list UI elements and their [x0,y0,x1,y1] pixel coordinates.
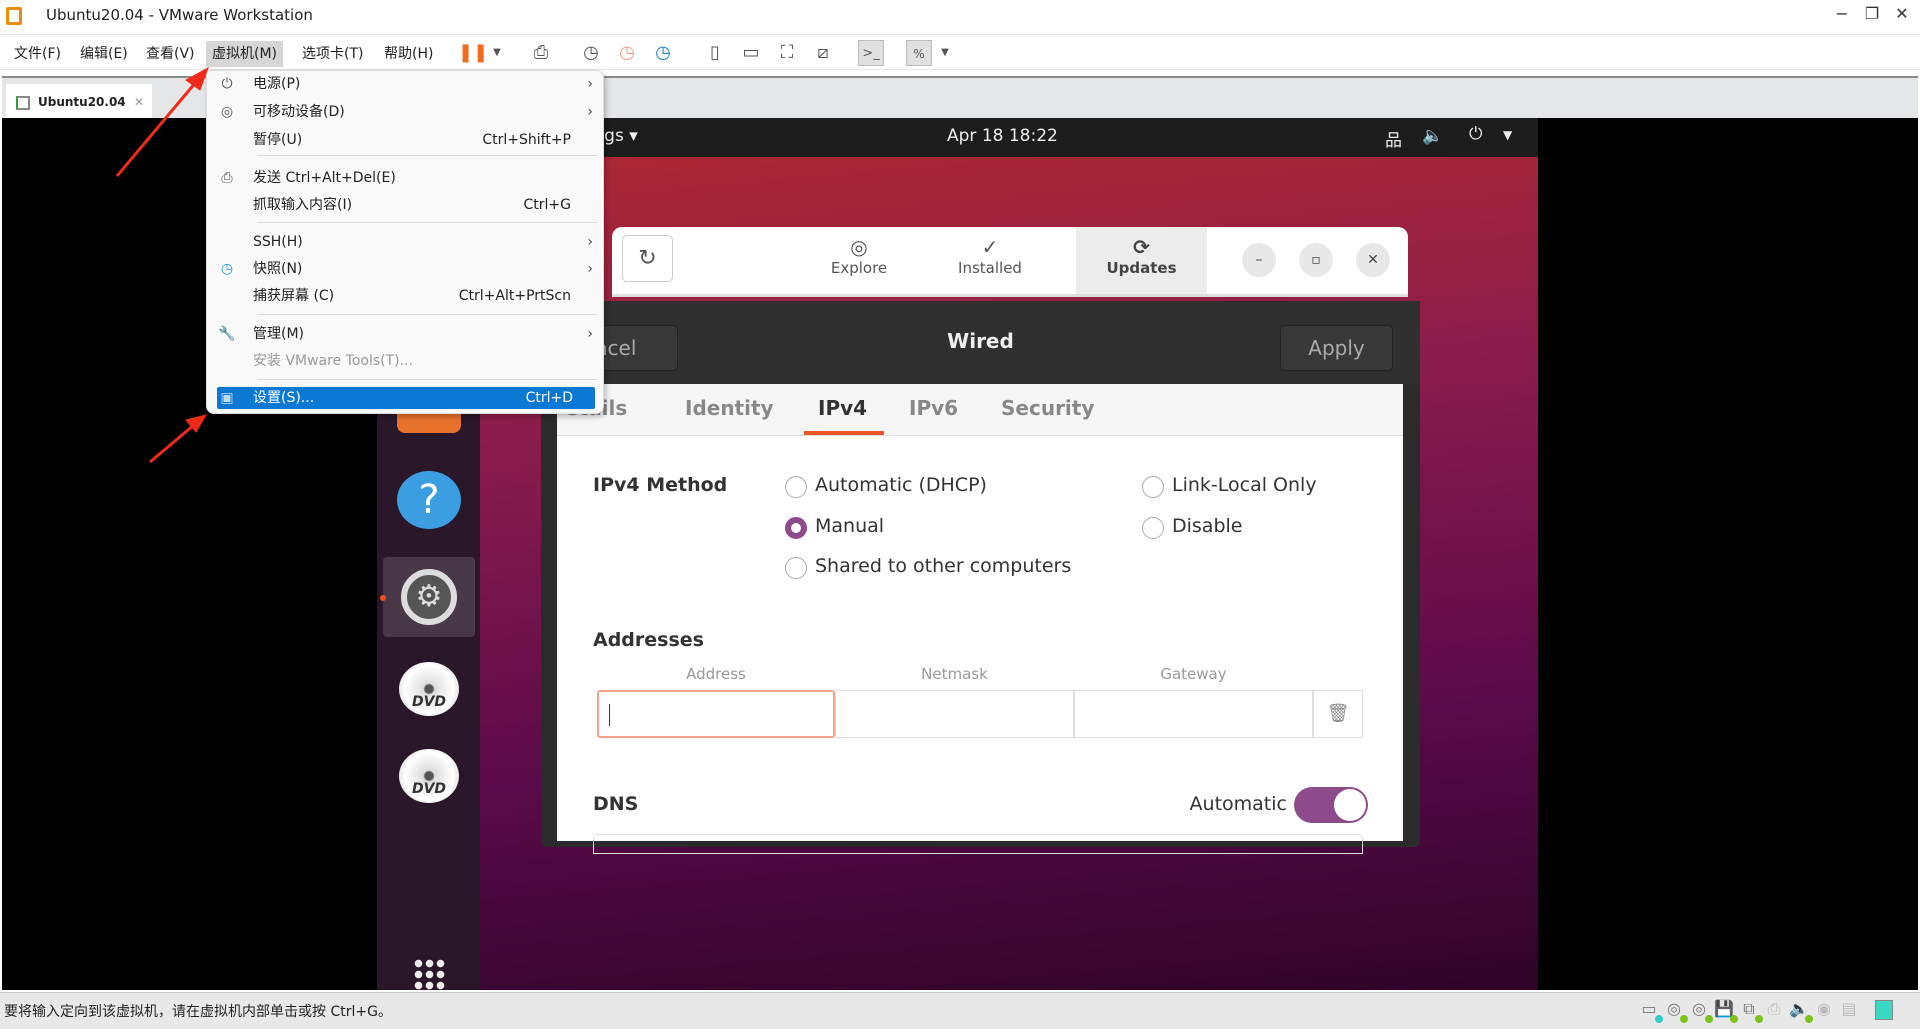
floppy-icon[interactable]: 💾 [1712,999,1738,1023]
hard-disk-icon[interactable]: ▭ [1637,999,1663,1023]
red-arrow [149,423,195,464]
annotation-arrows [115,66,209,464]
message-log-icon[interactable] [1875,1000,1893,1020]
red-arrow-head [185,66,209,91]
printer-icon[interactable]: ⎙ [1762,999,1786,1023]
sound-icon[interactable]: 🔈 [1787,999,1813,1023]
cd-dvd-icon[interactable]: ◎ [1687,999,1713,1023]
status-bar: 要将输入定向到该虚拟机，请在虚拟机内部单击或按 Ctrl+G。 ▭ ◎ ◎ 💾 … [0,992,1920,1029]
usb-icon[interactable]: ▤ [1837,999,1861,1023]
network-adapter-icon[interactable]: ⧉ [1737,999,1763,1023]
red-arrow [115,81,198,177]
camera-icon[interactable]: ◉ [1812,999,1836,1023]
cd-dvd-icon[interactable]: ◎ [1662,999,1688,1023]
status-message: 要将输入定向到该虚拟机，请在虚拟机内部单击或按 Ctrl+G。 [4,1004,392,1020]
